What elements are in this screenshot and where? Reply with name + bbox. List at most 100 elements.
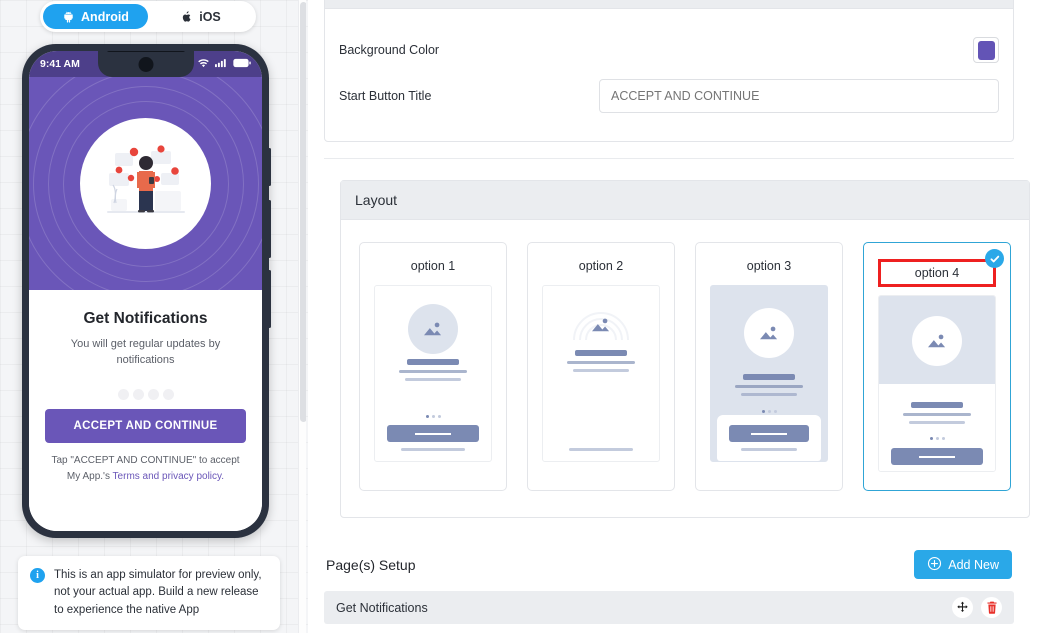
pages-setup-section: Page(s) Setup Add New Get Notifications — [324, 540, 1014, 624]
thumbnail-bottom-sheet — [717, 415, 821, 461]
layout-options: option 1 option 2 option 3 option 4 — [359, 242, 1011, 491]
preview-legal-text: Tap "ACCEPT AND CONTINUE" to accept My A… — [45, 453, 246, 485]
layout-thumbnail — [878, 295, 996, 472]
text-bar — [903, 413, 971, 416]
title-bar — [575, 350, 627, 356]
text-bar — [567, 361, 635, 364]
layout-card: Layout option 1 option 2 option 3 option… — [340, 180, 1030, 518]
thumbnail-footer-line — [905, 471, 969, 472]
page-row[interactable]: Get Notifications — [324, 591, 1014, 624]
thumbnail-footer-line — [400, 448, 466, 451]
pagination-dots — [45, 388, 246, 400]
layout-option-2[interactable]: option 2 — [527, 242, 675, 491]
terms-link[interactable]: Terms and privacy policy. — [113, 471, 225, 482]
layout-option-4[interactable]: option 4 — [863, 242, 1011, 491]
onboarding-illustration — [29, 77, 262, 290]
thumbnail-dot — [935, 437, 939, 440]
text-bar — [405, 378, 461, 381]
thumbnail-dot — [761, 410, 765, 413]
background-color-row: Background Color — [339, 27, 999, 73]
thumbnail-dots — [387, 415, 479, 418]
illustration-circle — [80, 118, 211, 249]
thumbnail-lower — [879, 384, 995, 472]
appearance-card: Background Color Start Button Title — [324, 0, 1014, 142]
settings-pane: Background Color Start Button Title Layo… — [308, 0, 1041, 633]
background-color-label: Background Color — [339, 43, 440, 57]
image-placeholder-icon — [408, 304, 458, 354]
thumbnail-dots — [929, 437, 945, 440]
tab-ios-label: iOS — [199, 9, 221, 24]
background-color-picker[interactable] — [973, 37, 999, 63]
preview-start-button[interactable]: ACCEPT AND CONTINUE — [45, 408, 246, 443]
text-bar — [573, 369, 629, 372]
apple-icon — [180, 10, 193, 24]
simulator-info-note: i This is an app simulator for preview o… — [18, 556, 280, 630]
pagination-dot — [162, 388, 174, 400]
title-bar — [407, 359, 459, 365]
thumbnail-dots — [761, 410, 777, 413]
thumbnail-dot — [941, 437, 945, 440]
pagination-dot — [117, 388, 129, 400]
preview-subtitle: You will get regular updates by notifica… — [70, 338, 221, 366]
thumbnail-dot — [929, 437, 933, 440]
appearance-card-header — [325, 0, 1013, 9]
layout-option-2-label: option 2 — [578, 259, 624, 273]
preview-scrollbar[interactable] — [298, 0, 306, 633]
layout-thumbnail — [710, 285, 828, 462]
preview-pane: Android iOS 9:41 AM Get Notifications Yo… — [0, 0, 306, 633]
layout-option-1-label: option 1 — [410, 259, 456, 273]
title-bar — [911, 402, 963, 408]
move-icon[interactable] — [952, 597, 973, 618]
pagination-dot — [132, 388, 144, 400]
info-note-text: This is an app simulator for preview onl… — [54, 569, 262, 616]
color-swatch — [977, 40, 995, 60]
layout-option-3-label: option 3 — [746, 259, 792, 273]
tab-android-label: Android — [81, 9, 129, 24]
plus-circle-icon — [927, 556, 942, 574]
start-button-title-input[interactable] — [599, 79, 999, 113]
thumbnail-dot — [425, 415, 429, 418]
delete-icon[interactable] — [981, 597, 1002, 618]
title-bar — [743, 374, 795, 380]
thumbnail-cta — [891, 448, 983, 465]
start-button-title-row: Start Button Title — [339, 73, 999, 119]
image-placeholder-icon — [912, 316, 962, 366]
layout-thumbnail — [542, 285, 660, 462]
phone-speaker — [106, 51, 185, 52]
pages-setup-title: Page(s) Setup — [326, 556, 416, 573]
android-icon — [62, 10, 75, 23]
layout-option-3[interactable]: option 3 — [695, 242, 843, 491]
preview-heading: Get Notifications — [83, 310, 208, 327]
layout-option-4-label: option 4 — [878, 259, 996, 287]
pagination-dot — [147, 388, 159, 400]
thumbnail-cta — [729, 425, 809, 442]
add-new-label: Add New — [948, 557, 999, 572]
platform-tabs: Android iOS — [40, 1, 256, 32]
thumbnail-footer-line — [741, 448, 797, 451]
layout-option-1[interactable]: option 1 — [359, 242, 507, 491]
page-row-label: Get Notifications — [336, 600, 428, 615]
scrollbar-thumb[interactable] — [300, 2, 306, 422]
phone-mockup: 9:41 AM Get Notifications You will get r… — [22, 44, 271, 538]
start-button-title-label: Start Button Title — [339, 89, 432, 103]
phone-side-button — [268, 200, 271, 258]
layout-thumbnail — [374, 285, 492, 462]
phone-screen: 9:41 AM Get Notifications You will get r… — [29, 51, 262, 531]
phone-camera-icon — [138, 57, 153, 72]
notifications-illustration — [106, 144, 185, 213]
text-bar — [399, 370, 467, 373]
add-new-button[interactable]: Add New — [914, 550, 1012, 579]
status-time: 9:41 AM — [40, 58, 80, 70]
image-placeholder-icon — [590, 316, 612, 334]
layout-card-title: Layout — [341, 181, 1029, 220]
image-placeholder-icon — [744, 308, 794, 358]
wifi-icon — [197, 58, 210, 71]
phone-side-button — [268, 148, 271, 186]
thumbnail-footer-line — [568, 448, 634, 451]
text-bar — [909, 421, 965, 424]
tab-ios[interactable]: iOS — [148, 4, 253, 29]
thumbnail-dot — [767, 410, 771, 413]
tab-android[interactable]: Android — [43, 4, 148, 29]
signal-icon — [215, 58, 228, 71]
battery-icon — [233, 58, 251, 71]
